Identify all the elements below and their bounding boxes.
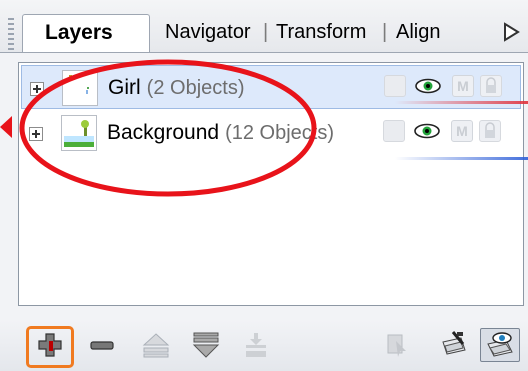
- layers-panel: Layers Navigator | Transform | Align Gir…: [0, 0, 528, 371]
- annotation-ellipse: [0, 59, 317, 197]
